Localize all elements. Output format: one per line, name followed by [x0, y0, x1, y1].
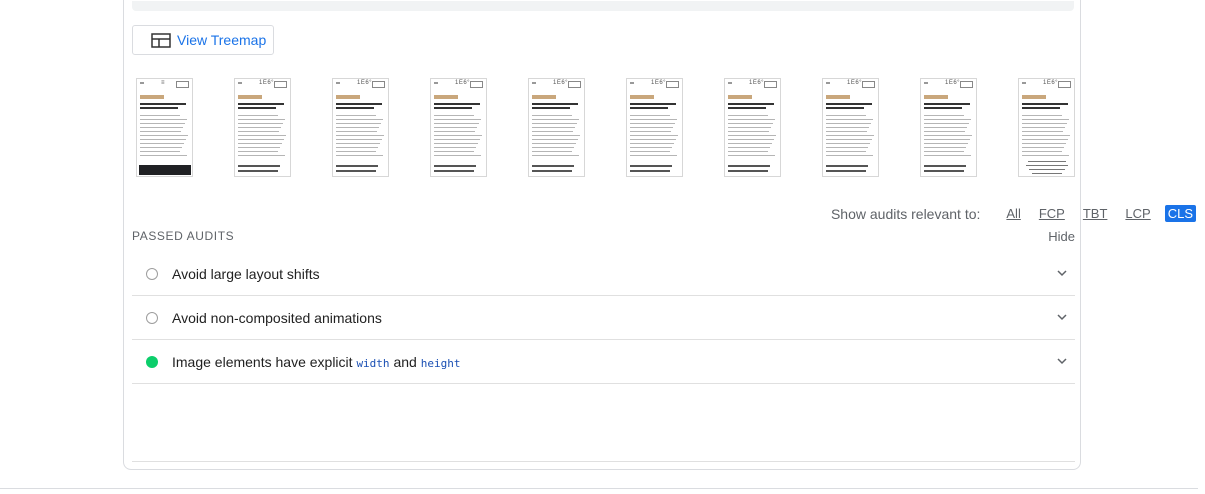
filter-lcp[interactable]: LCP — [1123, 205, 1152, 222]
filmstrip-frame: 1E6° — [626, 78, 683, 177]
frame-logo: 1E6° — [749, 80, 765, 86]
frame-logo: 1E6° — [651, 80, 667, 86]
section-divider — [132, 461, 1075, 462]
audit-title: Image elements have explicit width and h… — [172, 354, 460, 370]
chevron-down-icon[interactable] — [1057, 312, 1067, 322]
audit-title-mid: and — [389, 353, 421, 370]
filmstrip-frame: 1E6° — [430, 78, 487, 177]
frame-logo: 1E6° — [553, 80, 569, 86]
hide-toggle[interactable]: Hide — [1048, 229, 1075, 244]
frame-logo: 1E6° — [455, 80, 471, 86]
filmstrip-frame: ≡ — [136, 78, 193, 177]
filter-tbt[interactable]: TBT — [1081, 205, 1110, 222]
filmstrip: ≡ 1E6° 1E6° 1E6° 1E6° 1E6° 1E6° 1E6° 1E6° 1E6° — [136, 78, 1076, 177]
frame-logo: 1E6° — [847, 80, 863, 86]
audit-title: Avoid large layout shifts — [172, 265, 320, 282]
code-width: width — [356, 356, 390, 370]
filter-prefix: Show audits relevant to: — [830, 205, 981, 222]
audit-title-prefix: Image elements have explicit — [172, 353, 357, 370]
passed-audits-list: Avoid large layout shifts Avoid non-comp… — [132, 252, 1075, 384]
frame-logo: 1E6° — [1043, 80, 1059, 86]
audit-filter: Show audits relevant to: All FCP TBT LCP… — [831, 205, 1196, 222]
status-na-icon — [146, 311, 158, 324]
filter-all[interactable]: All — [1004, 205, 1022, 222]
audit-image-dimensions[interactable]: Image elements have explicit width and h… — [132, 340, 1075, 384]
page-divider — [0, 488, 1198, 489]
filmstrip-frame: 1E6° — [528, 78, 585, 177]
chevron-down-icon[interactable] — [1057, 268, 1067, 278]
passed-audits-title: PASSED AUDITS — [132, 229, 235, 243]
filmstrip-frame: 1E6° — [1018, 78, 1075, 177]
frame-logo: 1E6° — [945, 80, 961, 86]
status-pass-icon — [146, 355, 158, 368]
status-na-icon — [146, 267, 158, 280]
frame-logo: 1E6° — [259, 80, 275, 86]
audit-title: Avoid non-composited animations — [172, 309, 382, 326]
filmstrip-frame: 1E6° — [234, 78, 291, 177]
chevron-down-icon[interactable] — [1057, 356, 1067, 366]
audit-layout-shifts[interactable]: Avoid large layout shifts — [132, 252, 1075, 296]
previous-section-bar — [132, 1, 1074, 11]
frame-logo: ≡ — [161, 80, 166, 86]
code-height: height — [420, 356, 461, 370]
view-treemap-button[interactable]: View Treemap — [132, 25, 274, 55]
filmstrip-frame: 1E6° — [920, 78, 977, 177]
filter-fcp[interactable]: FCP — [1037, 205, 1067, 222]
view-treemap-label: View Treemap — [177, 32, 267, 48]
filter-cls[interactable]: CLS — [1164, 205, 1196, 222]
treemap-icon — [151, 32, 171, 48]
passed-audits-header: PASSED AUDITS Hide — [132, 228, 1075, 244]
filmstrip-frame: 1E6° — [724, 78, 781, 177]
audit-non-composited-animations[interactable]: Avoid non-composited animations — [132, 296, 1075, 340]
filmstrip-frame: 1E6° — [332, 78, 389, 177]
filmstrip-frame: 1E6° — [822, 78, 879, 177]
frame-logo: 1E6° — [357, 80, 373, 86]
